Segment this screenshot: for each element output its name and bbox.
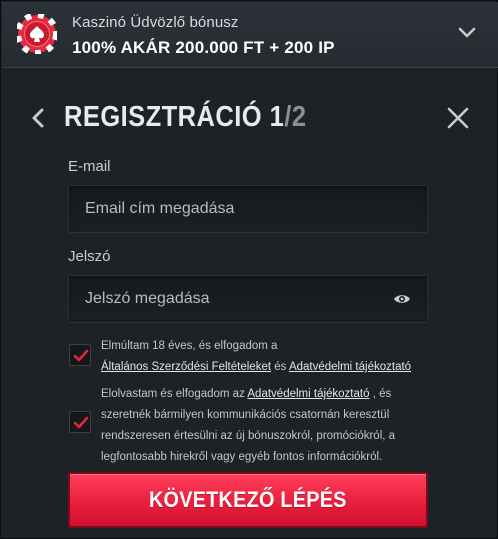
chevron-down-icon[interactable] bbox=[458, 27, 476, 39]
age-terms-checkbox[interactable] bbox=[69, 344, 91, 366]
password-label: Jelszó bbox=[68, 248, 111, 265]
checkmark-icon bbox=[73, 349, 89, 362]
bonus-subtitle: Kaszinó Üdvözlő bónusz bbox=[72, 14, 239, 31]
page-title: REGISZTRÁCIÓ 1/2 bbox=[64, 101, 306, 134]
consent-2-text-a: Elolvastam és elfogadom az bbox=[101, 388, 248, 400]
age-terms-text: Elmúltam 18 éves, és elfogadom a Általán… bbox=[101, 336, 431, 378]
terms-link[interactable]: Általános Szerződési Feltételeket bbox=[101, 361, 271, 373]
checkmark-icon bbox=[73, 416, 89, 429]
next-step-button[interactable]: KÖVETKEZŐ LÉPÉS bbox=[68, 472, 428, 528]
password-field[interactable] bbox=[69, 276, 427, 322]
password-field-wrapper bbox=[68, 275, 428, 323]
bonus-banner[interactable]: Kaszinó Üdvözlő bónusz 100% AKÁR 200.000… bbox=[2, 2, 498, 68]
marketing-checkbox[interactable] bbox=[69, 411, 91, 433]
title-text: REGISZTRÁCIÓ bbox=[64, 101, 263, 133]
privacy-link-2[interactable]: Adatvédelmi tájékoztató bbox=[247, 388, 369, 400]
chevron-left-icon[interactable] bbox=[31, 108, 45, 128]
poker-chip-icon bbox=[17, 14, 57, 54]
registration-modal: Kaszinó Üdvözlő bónusz 100% AKÁR 200.000… bbox=[0, 0, 498, 539]
privacy-link[interactable]: Adatvédelmi tájékoztató bbox=[289, 361, 411, 373]
consent-1-text-b: és bbox=[271, 361, 289, 373]
bonus-headline: 100% AKÁR 200.000 FT + 200 IP bbox=[72, 38, 335, 57]
next-step-label: KÖVETKEZŐ LÉPÉS bbox=[149, 487, 347, 512]
eye-icon[interactable] bbox=[393, 292, 411, 306]
close-icon[interactable] bbox=[447, 107, 469, 129]
email-field-wrapper bbox=[68, 185, 428, 233]
marketing-consent-text: Elolvastam és elfogadom az Adatvédelmi t… bbox=[101, 384, 419, 468]
step-total: /2 bbox=[284, 101, 307, 133]
step-current: 1 bbox=[269, 101, 285, 133]
email-label: E-mail bbox=[68, 158, 111, 175]
consent-1-text-a: Elmúltam 18 éves, és elfogadom a bbox=[101, 340, 278, 352]
email-field[interactable] bbox=[69, 186, 427, 232]
